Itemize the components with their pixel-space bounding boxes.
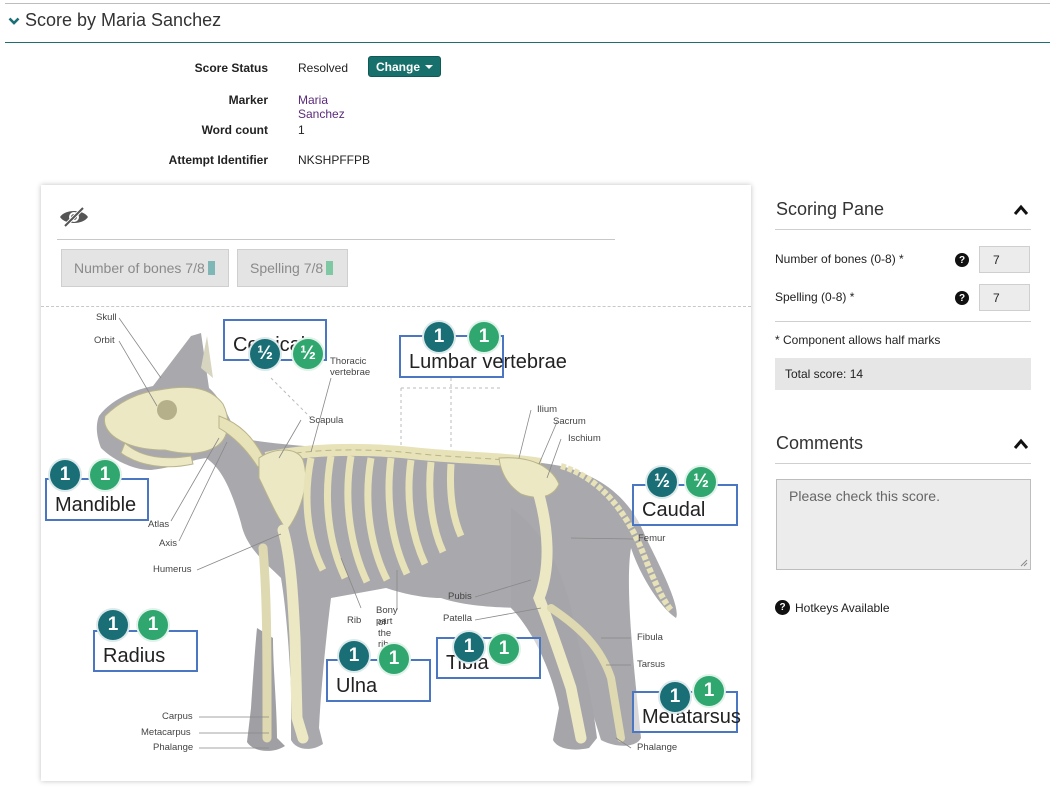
label-orbit: Orbit: [94, 335, 115, 346]
header-divider: [5, 42, 1050, 43]
annotation-text: Mandible: [55, 494, 137, 516]
label-phalange-front: Phalange: [153, 742, 194, 753]
score-title: Score by Maria Sanchez: [25, 10, 222, 30]
label-skull: Skull: [96, 312, 117, 323]
tab-spelling-label: Spelling 7/8: [250, 260, 324, 276]
mark-badge-bones[interactable]: ½: [248, 337, 282, 371]
label-scapula: Scapula: [309, 415, 344, 426]
label-sacrum: Sacrum: [553, 416, 586, 427]
label-humerus: Humerus: [153, 564, 192, 575]
annotation-text: Radius: [103, 645, 166, 667]
mark-badge-bones[interactable]: 1: [658, 680, 692, 714]
mark-badge-spelling[interactable]: 1: [467, 320, 501, 354]
mark-badge-spelling[interactable]: 1: [377, 642, 411, 676]
annotation-text: Caudal: [642, 499, 706, 521]
number-of-bones-label: Number of bones (0-8) *: [775, 252, 904, 266]
total-score: Total score: 14: [775, 358, 1031, 390]
label-phalange-back: Phalange: [637, 742, 678, 753]
marker-label: Marker: [228, 93, 268, 107]
mark-badge-bones[interactable]: ½: [645, 465, 679, 499]
scoring-pane-divider: [775, 321, 1031, 322]
scoring-pane-divider: [775, 229, 1031, 230]
word-count-value: 1: [298, 123, 305, 137]
eye-slash-icon[interactable]: [58, 205, 90, 229]
tab-spelling[interactable]: Spelling 7/8: [237, 249, 348, 287]
score-header[interactable]: Score by Maria Sanchez: [8, 10, 221, 31]
label-rib: Rib: [347, 615, 362, 626]
spelling-label: Spelling (0-8) *: [775, 290, 855, 304]
mark-badge-bones[interactable]: 1: [96, 608, 130, 642]
number-of-bones-input[interactable]: 7: [979, 246, 1030, 273]
tab-highlight-swatch: [326, 261, 334, 275]
score-status-value: Resolved: [298, 61, 349, 75]
scoring-pane-title: Scoring Pane: [776, 199, 885, 219]
label-atlas: Atlas: [148, 519, 170, 530]
mark-badge-bones[interactable]: 1: [422, 320, 456, 354]
label-thoracic: Thoracic: [330, 356, 367, 367]
caret-down-icon: [425, 64, 434, 69]
label-carpus: Carpus: [162, 711, 193, 722]
dashed-divider: [41, 306, 751, 307]
label-femur: Femur: [638, 533, 666, 544]
annotation-text: Metatarsus: [642, 706, 741, 728]
change-button-label: Change: [376, 59, 421, 74]
chevron-down-icon[interactable]: [8, 15, 20, 27]
label-vertebrae: vertebrae: [330, 367, 371, 378]
mark-badge-spelling[interactable]: ½: [291, 337, 325, 371]
comment-textarea[interactable]: Please check this score.: [776, 479, 1031, 570]
attempt-identifier-label: Attempt Identifier: [168, 153, 268, 167]
mark-badge-bones[interactable]: 1: [337, 639, 371, 673]
label-tarsus: Tarsus: [637, 659, 665, 670]
marker-link[interactable]: Maria Sanchez: [298, 93, 345, 121]
label-axis: Axis: [159, 538, 177, 549]
label-pubis: Pubis: [448, 591, 472, 602]
label-fibula: Fibula: [637, 632, 663, 643]
label-patella: Patella: [443, 613, 473, 624]
score-status-label: Score Status: [194, 61, 268, 75]
mark-badge-spelling[interactable]: 1: [88, 458, 122, 492]
mark-badge-spelling[interactable]: 1: [136, 608, 170, 642]
tab-highlight-swatch: [207, 261, 215, 275]
mark-badge-spelling[interactable]: 1: [692, 674, 726, 708]
hotkeys-link[interactable]: ? Hotkeys Available: [775, 600, 890, 615]
spelling-input[interactable]: 7: [979, 284, 1030, 311]
half-marks-note: * Component allows half marks: [775, 333, 941, 347]
label-ilium: Ilium: [537, 404, 558, 415]
annotation-text: Lumbar vertebrae: [409, 351, 567, 373]
question-circle-icon[interactable]: ?: [955, 291, 969, 305]
chevron-up-icon[interactable]: [1013, 204, 1029, 216]
change-status-button[interactable]: Change: [368, 56, 442, 77]
question-circle-icon[interactable]: ?: [955, 253, 969, 267]
label-ischium: Ischium: [568, 433, 601, 444]
comment-text: Please check this score.: [789, 488, 940, 504]
mark-badge-bones[interactable]: 1: [48, 458, 82, 492]
chevron-up-icon[interactable]: [1013, 438, 1029, 450]
word-count-label: Word count: [201, 123, 268, 137]
mark-badge-spelling[interactable]: ½: [684, 465, 718, 499]
resize-handle-icon[interactable]: [1020, 559, 1028, 567]
comments-divider: [775, 463, 1031, 464]
tab-number-of-bones[interactable]: Number of bones 7/8: [61, 249, 229, 287]
annotation-text: Ulna: [336, 675, 378, 697]
attempt-identifier-value: NKSHPFFPB: [298, 153, 371, 167]
mark-badge-bones[interactable]: 1: [452, 630, 486, 664]
total-score-text: Total score: 14: [785, 367, 864, 381]
question-circle-icon: ?: [775, 600, 790, 615]
tab-number-of-bones-label: Number of bones 7/8: [74, 260, 205, 276]
card-divider: [57, 239, 615, 240]
label-metacarpus: Metacarpus: [141, 727, 191, 738]
hotkeys-label: Hotkeys Available: [795, 600, 890, 615]
comments-title: Comments: [776, 433, 864, 453]
top-divider: [5, 3, 1050, 4]
mark-badge-spelling[interactable]: 1: [487, 632, 521, 666]
